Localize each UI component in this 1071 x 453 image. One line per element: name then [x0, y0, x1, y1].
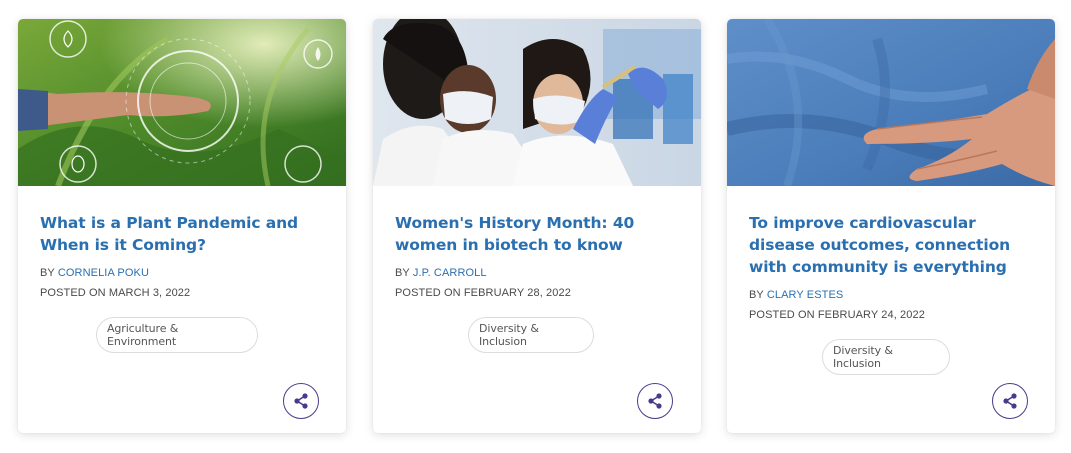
share-button[interactable]: [992, 383, 1028, 419]
share-icon: [294, 393, 308, 409]
author-link[interactable]: CLARY ESTES: [767, 289, 844, 301]
author-line: BY CORNELIA POKU: [40, 266, 326, 280]
article-title[interactable]: Women's History Month: 40 women in biote…: [395, 212, 681, 256]
author-link[interactable]: CORNELIA POKU: [58, 267, 149, 279]
card-body: Women's History Month: 40 women in biote…: [395, 212, 681, 300]
category-tag[interactable]: Diversity & Inclusion: [822, 339, 950, 375]
posted-date: POSTED ON MARCH 3, 2022: [40, 287, 191, 299]
by-label: BY: [40, 267, 58, 279]
author-link[interactable]: J.P. CARROLL: [413, 267, 487, 279]
share-button[interactable]: [283, 383, 319, 419]
by-label: BY: [395, 267, 413, 279]
share-button[interactable]: [637, 383, 673, 419]
article-card[interactable]: To improve cardiovascular disease outcom…: [727, 19, 1055, 433]
article-card[interactable]: What is a Plant Pandemic and When is it …: [18, 19, 346, 433]
author-line: BY J.P. CARROLL: [395, 266, 681, 280]
posted-date: POSTED ON FEBRUARY 24, 2022: [749, 309, 925, 321]
article-image[interactable]: [18, 19, 346, 186]
card-body: What is a Plant Pandemic and When is it …: [40, 212, 326, 300]
author-line: BY CLARY ESTES: [749, 288, 1035, 302]
share-icon: [648, 393, 662, 409]
article-title[interactable]: To improve cardiovascular disease outcom…: [749, 212, 1035, 278]
article-image[interactable]: [727, 19, 1055, 186]
article-card[interactable]: Women's History Month: 40 women in biote…: [373, 19, 701, 433]
category-tag[interactable]: Diversity & Inclusion: [468, 317, 594, 353]
share-icon: [1003, 393, 1017, 409]
by-label: BY: [749, 289, 767, 301]
category-tag[interactable]: Agriculture & Environment: [96, 317, 258, 353]
article-title[interactable]: What is a Plant Pandemic and When is it …: [40, 212, 326, 256]
article-image[interactable]: [373, 19, 701, 186]
card-body: To improve cardiovascular disease outcom…: [749, 212, 1035, 322]
posted-date: POSTED ON FEBRUARY 28, 2022: [395, 287, 571, 299]
